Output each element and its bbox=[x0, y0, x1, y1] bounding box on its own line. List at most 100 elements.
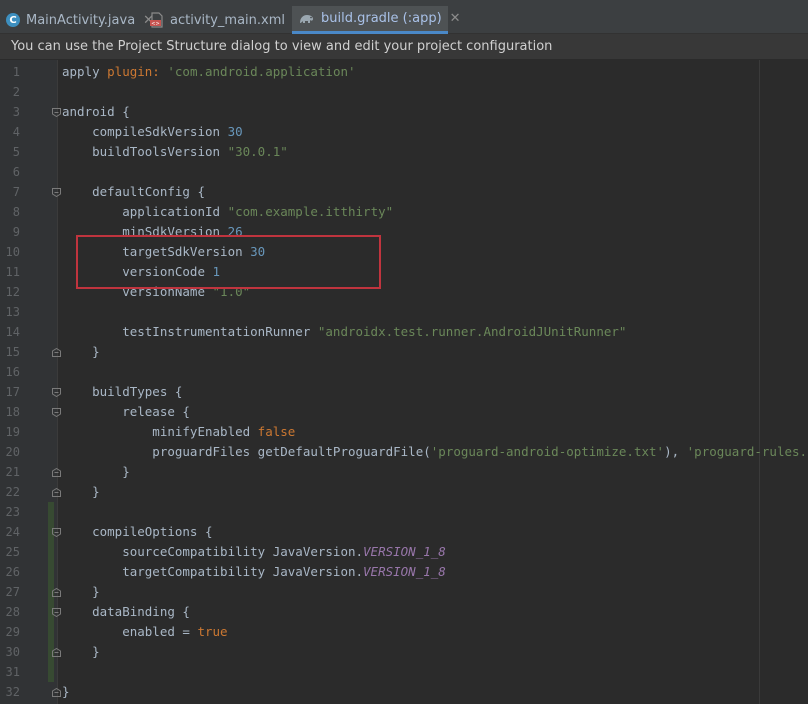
code-line[interactable]: 14 testInstrumentationRunner "androidx.t… bbox=[0, 322, 808, 342]
code-text: release { bbox=[62, 402, 190, 422]
code-line[interactable]: 25 sourceCompatibility JavaVersion.VERSI… bbox=[0, 542, 808, 562]
fold-open-icon[interactable] bbox=[52, 388, 61, 397]
code-line[interactable]: 5 buildToolsVersion "30.0.1" bbox=[0, 142, 808, 162]
code-line[interactable]: 4 compileSdkVersion 30 bbox=[0, 122, 808, 142]
line-number: 12 bbox=[5, 285, 20, 299]
code-token: "30.0.1" bbox=[227, 144, 288, 159]
fold-close-icon[interactable] bbox=[52, 588, 61, 597]
code-text: compileSdkVersion 30 bbox=[62, 122, 243, 142]
code-text: sourceCompatibility JavaVersion.VERSION_… bbox=[62, 542, 446, 562]
code-token: applicationId bbox=[62, 204, 228, 219]
code-text: minifyEnabled false bbox=[62, 422, 295, 442]
code-line[interactable]: 2 bbox=[0, 82, 808, 102]
code-line[interactable]: 30 } bbox=[0, 642, 808, 662]
line-number: 23 bbox=[5, 505, 20, 519]
code-text: } bbox=[62, 462, 130, 482]
code-token: defaultConfig { bbox=[62, 184, 205, 199]
line-number: 20 bbox=[5, 445, 20, 459]
line-number: 8 bbox=[12, 205, 20, 219]
code-token: VERSION_1_8 bbox=[363, 564, 446, 579]
fold-close-icon[interactable] bbox=[52, 488, 61, 497]
code-line[interactable]: 6 bbox=[0, 162, 808, 182]
code-line[interactable]: 16 bbox=[0, 362, 808, 382]
code-line[interactable]: 7 defaultConfig { bbox=[0, 182, 808, 202]
line-number: 18 bbox=[5, 405, 20, 419]
code-token: } bbox=[62, 464, 130, 479]
fold-open-icon[interactable] bbox=[52, 108, 61, 117]
code-text: compileOptions { bbox=[62, 522, 212, 542]
code-token: versionCode bbox=[62, 264, 213, 279]
code-token: "com.example.itthirty" bbox=[227, 204, 394, 219]
code-line[interactable]: 12 versionName "1.0" bbox=[0, 282, 808, 302]
code-text: versionCode 1 bbox=[62, 262, 220, 282]
code-text: } bbox=[62, 682, 70, 702]
code-line[interactable]: 27 } bbox=[0, 582, 808, 602]
line-number: 11 bbox=[5, 265, 20, 279]
code-token: compileSdkVersion bbox=[62, 124, 228, 139]
code-editor[interactable]: 1 apply plugin: 'com.android.application'… bbox=[0, 60, 808, 704]
code-line[interactable]: 32} bbox=[0, 682, 808, 702]
code-line[interactable]: 22 } bbox=[0, 482, 808, 502]
code-line[interactable]: 10 targetSdkVersion 30 bbox=[0, 242, 808, 262]
fold-close-icon[interactable] bbox=[52, 468, 61, 477]
code-token: 1 bbox=[212, 264, 221, 279]
code-line[interactable]: 15 } bbox=[0, 342, 808, 362]
code-line[interactable]: 29 enabled = true bbox=[0, 622, 808, 642]
code-token: 30 bbox=[250, 244, 266, 259]
fold-open-icon[interactable] bbox=[52, 188, 61, 197]
line-number: 29 bbox=[5, 625, 20, 639]
line-number: 5 bbox=[12, 145, 20, 159]
line-number: 4 bbox=[12, 125, 20, 139]
fold-close-icon[interactable] bbox=[52, 688, 61, 697]
code-line[interactable]: 1 apply plugin: 'com.android.application' bbox=[0, 62, 808, 82]
code-token: plugin: bbox=[107, 64, 168, 79]
code-token: dataBinding { bbox=[62, 604, 190, 619]
fold-open-icon[interactable] bbox=[52, 528, 61, 537]
code-token: "androidx.test.runner.AndroidJUnitRunner… bbox=[317, 324, 627, 339]
line-number: 32 bbox=[5, 685, 20, 699]
fold-open-icon[interactable] bbox=[52, 408, 61, 417]
code-token: 'proguard-android-optimize.txt' bbox=[430, 444, 665, 459]
code-text: } bbox=[62, 342, 100, 362]
fold-open-icon[interactable] bbox=[52, 608, 61, 617]
close-icon[interactable]: ✕ bbox=[450, 11, 461, 26]
code-token: targetSdkVersion bbox=[62, 244, 251, 259]
code-line[interactable]: 17 buildTypes { bbox=[0, 382, 808, 402]
code-text: proguardFiles getDefaultProguardFile('pr… bbox=[62, 442, 808, 462]
code-line[interactable]: 23 bbox=[0, 502, 808, 522]
code-token: buildToolsVersion bbox=[62, 144, 228, 159]
editor-tab-bar: C MainActivity.java ✕ <> activity_main.x… bbox=[0, 0, 808, 34]
code-line[interactable]: 13 bbox=[0, 302, 808, 322]
code-line[interactable]: 31 bbox=[0, 662, 808, 682]
code-line[interactable]: 20 proguardFiles getDefaultProguardFile(… bbox=[0, 442, 808, 462]
tab-activity-main-xml[interactable]: <> activity_main.xml ✕ bbox=[150, 6, 304, 34]
code-token: apply bbox=[62, 64, 108, 79]
code-line[interactable]: 9 minSdkVersion 26 bbox=[0, 222, 808, 242]
code-text: buildToolsVersion "30.0.1" bbox=[62, 142, 288, 162]
line-number: 15 bbox=[5, 345, 20, 359]
code-token: 26 bbox=[227, 224, 243, 239]
code-token: ), bbox=[664, 444, 687, 459]
tab-label: MainActivity.java bbox=[26, 12, 136, 28]
code-token: } bbox=[62, 644, 100, 659]
code-line[interactable]: 19 minifyEnabled false bbox=[0, 422, 808, 442]
code-token: } bbox=[62, 584, 100, 599]
fold-close-icon[interactable] bbox=[52, 348, 61, 357]
fold-close-icon[interactable] bbox=[52, 648, 61, 657]
line-number: 7 bbox=[12, 185, 20, 199]
code-line[interactable]: 3 android { bbox=[0, 102, 808, 122]
tab-main-activity[interactable]: C MainActivity.java ✕ bbox=[6, 6, 154, 34]
code-text: applicationId "com.example.itthirty" bbox=[62, 202, 393, 222]
line-number: 9 bbox=[12, 225, 20, 239]
code-token: false bbox=[257, 424, 296, 439]
code-line[interactable]: 18 release { bbox=[0, 402, 808, 422]
code-line[interactable]: 11 versionCode 1 bbox=[0, 262, 808, 282]
code-line[interactable]: 26 targetCompatibility JavaVersion.VERSI… bbox=[0, 562, 808, 582]
code-line[interactable]: 21 } bbox=[0, 462, 808, 482]
code-token: 'proguard-rules.pro' bbox=[686, 444, 808, 459]
tab-build-gradle[interactable]: build.gradle (:app) ✕ bbox=[292, 6, 461, 34]
code-line[interactable]: 24 compileOptions { bbox=[0, 522, 808, 542]
code-line[interactable]: 28 dataBinding { bbox=[0, 602, 808, 622]
code-text: dataBinding { bbox=[62, 602, 190, 622]
code-line[interactable]: 8 applicationId "com.example.itthirty" bbox=[0, 202, 808, 222]
